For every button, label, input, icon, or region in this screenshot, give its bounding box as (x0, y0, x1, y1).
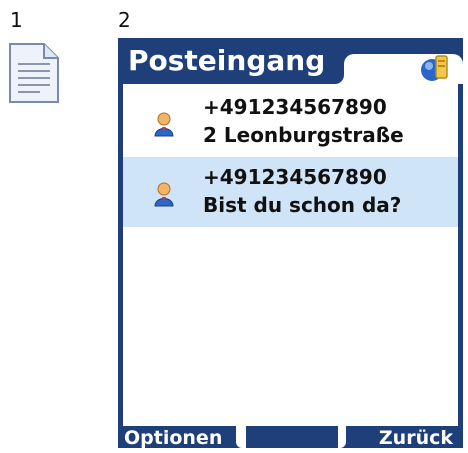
screen-title: Posteingang (128, 44, 326, 77)
phone-screen: Posteingang +491234567890 2 Leonburgstra… (118, 38, 463, 448)
panel-number-1: 1 (10, 8, 23, 32)
message-preview: 2 Leonburgstraße (203, 123, 404, 147)
message-list: +491234567890 2 Leonburgstraße +49123456… (123, 84, 458, 426)
list-item[interactable]: +491234567890 2 Leonburgstraße (123, 87, 458, 157)
softkey-right-tab (338, 416, 346, 448)
help-icon[interactable] (418, 50, 452, 84)
contact-icon (154, 112, 174, 137)
contact-icon (154, 182, 174, 207)
message-preview: Bist du schon da? (203, 193, 402, 217)
document-icon (9, 43, 59, 103)
message-sender: +491234567890 (203, 95, 387, 119)
options-softkey[interactable]: Optionen (124, 427, 222, 448)
panel-number-2: 2 (118, 8, 131, 32)
message-sender: +491234567890 (203, 165, 387, 189)
back-softkey[interactable]: Zurück (379, 427, 453, 448)
softkey-left-tab (236, 416, 246, 448)
list-item-selected[interactable]: +491234567890 Bist du schon da? (123, 157, 458, 227)
